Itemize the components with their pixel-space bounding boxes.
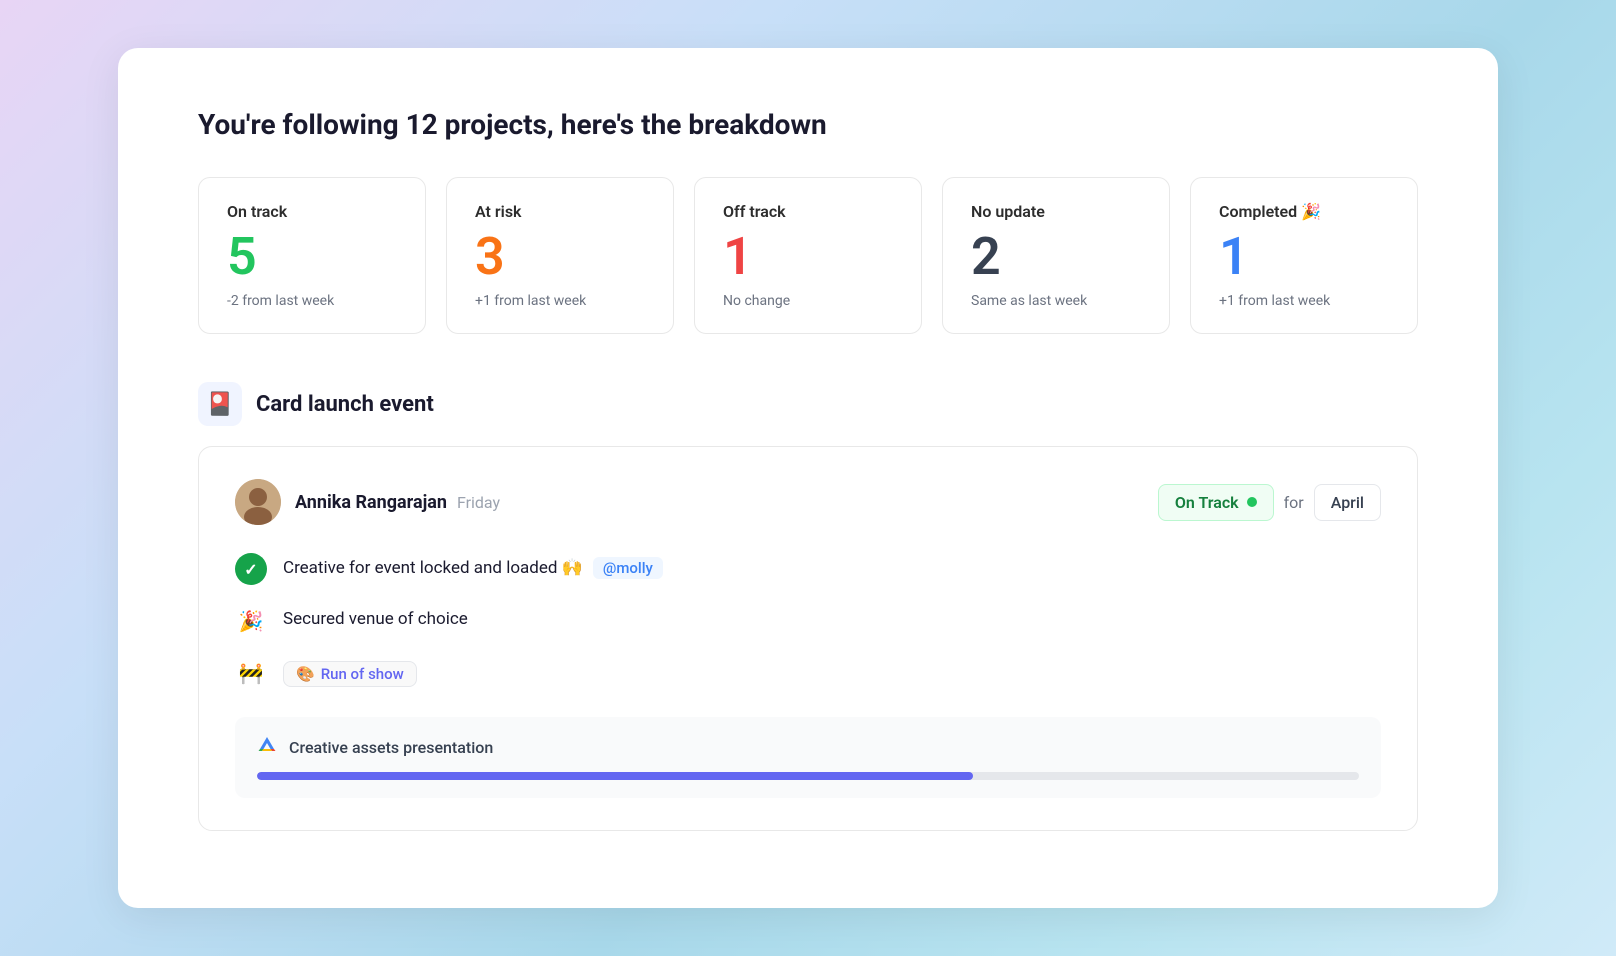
asset-label: Creative assets presentation [289,738,493,757]
update-items: ✓ Creative for event locked and loaded 🙌… [235,553,1381,689]
item-text-label-2: Secured venue of choice [283,609,468,629]
page-title: You're following 12 projects, here's the… [198,108,1418,141]
stat-number-no-update: 2 [971,231,1141,283]
stat-change-completed: +1 from last week [1219,293,1389,309]
stat-number-on-track: 5 [227,231,397,283]
stat-label-off-track: Off track [723,202,893,221]
update-item-2: 🎉 Secured venue of choice [235,605,1381,637]
figma-icon: 🎨 [296,665,315,683]
run-of-show-link[interactable]: 🎨 Run of show [283,661,417,687]
asset-header: Creative assets presentation [257,735,1359,760]
stat-number-off-track: 1 [723,231,893,283]
item-text-3: 🎨 Run of show [283,657,417,687]
stats-row: On track 5 -2 from last week At risk 3 +… [198,177,1418,334]
author-date: Friday [457,493,500,512]
gdrive-icon [257,735,277,760]
asset-row: Creative assets presentation [235,717,1381,798]
stat-label-no-update: No update [971,202,1141,221]
check-icon: ✓ [235,553,267,585]
avatar [235,479,281,525]
item-text-label-1: Creative for event locked and loaded 🙌 [283,558,583,578]
stat-card-at-risk[interactable]: At risk 3 +1 from last week [446,177,674,334]
section-icon: 🎴 [198,382,242,426]
section-title: Card launch event [256,392,434,417]
stat-change-off-track: No change [723,293,893,309]
stat-card-off-track[interactable]: Off track 1 No change [694,177,922,334]
status-text: On Track [1175,493,1239,512]
section-header: 🎴 Card launch event [198,382,1418,426]
stat-card-completed[interactable]: Completed 🎉 1 +1 from last week [1190,177,1418,334]
progress-fill [257,772,973,780]
stat-label-completed: Completed 🎉 [1219,202,1389,221]
stat-card-no-update[interactable]: No update 2 Same as last week [942,177,1170,334]
author-name: Annika Rangarajan [295,492,447,513]
stat-change-on-track: -2 from last week [227,293,397,309]
status-badge: On Track [1158,484,1274,521]
stat-change-at-risk: +1 from last week [475,293,645,309]
author-info: Annika Rangarajan Friday [235,479,500,525]
mention-tag[interactable]: @molly [593,557,663,579]
status-dot [1247,497,1257,507]
stat-number-completed: 1 [1219,231,1389,283]
update-item-3: 🚧 🎨 Run of show [235,657,1381,689]
status-group: On Track for April [1158,484,1381,521]
link-label: Run of show [321,665,404,683]
author-name-block: Annika Rangarajan Friday [295,492,500,513]
update-header: Annika Rangarajan Friday On Track for Ap… [235,479,1381,525]
stat-change-no-update: Same as last week [971,293,1141,309]
for-label: for [1284,493,1304,512]
party-icon: 🎉 [235,605,267,637]
month-badge: April [1314,484,1381,521]
update-card: Annika Rangarajan Friday On Track for Ap… [198,446,1418,831]
progress-bar [257,772,1359,780]
stat-label-at-risk: At risk [475,202,645,221]
main-card: You're following 12 projects, here's the… [118,48,1498,908]
item-text-2: Secured venue of choice [283,605,468,629]
stat-card-on-track[interactable]: On track 5 -2 from last week [198,177,426,334]
item-text-1: Creative for event locked and loaded 🙌 @… [283,553,663,579]
construction-icon: 🚧 [235,657,267,689]
update-item-1: ✓ Creative for event locked and loaded 🙌… [235,553,1381,585]
stat-label-on-track: On track [227,202,397,221]
stat-number-at-risk: 3 [475,231,645,283]
